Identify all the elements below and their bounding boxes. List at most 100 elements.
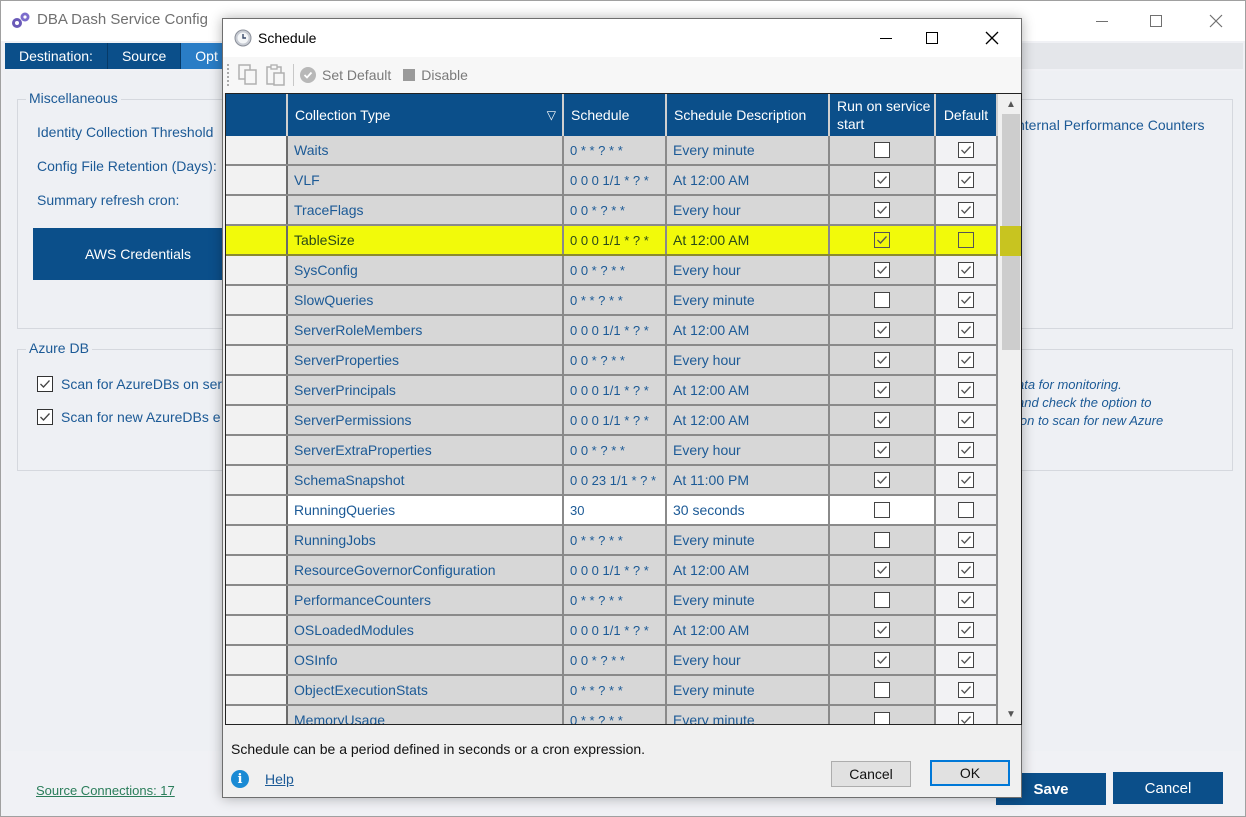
scroll-down-icon[interactable]: ▼ [1000, 704, 1021, 724]
table-row[interactable]: SysConfig 0 0 * ? * * Every hour [226, 256, 998, 286]
schedule-cell[interactable]: 0 0 * ? * * [564, 256, 667, 284]
table-row[interactable]: ResourceGovernorConfiguration 0 0 0 1/1 *… [226, 556, 998, 586]
toolbar-grip[interactable] [227, 64, 231, 86]
collection-type-cell[interactable]: ObjectExecutionStats [288, 676, 564, 704]
default-cell[interactable] [936, 196, 998, 224]
default-cell[interactable] [936, 646, 998, 674]
paste-button[interactable] [265, 64, 287, 86]
default-checkbox[interactable] [958, 232, 974, 248]
external-performance-counters-label[interactable]: nternal Performance Counters [1017, 117, 1205, 133]
table-row[interactable]: VLF 0 0 0 1/1 * ? * At 12:00 AM [226, 166, 998, 196]
vertical-scrollbar[interactable]: ▲ ▼ [1000, 94, 1021, 724]
run-on-start-cell[interactable] [830, 166, 936, 194]
cancel-button[interactable]: Cancel [1113, 772, 1223, 804]
run-on-start-checkbox[interactable] [874, 592, 890, 608]
default-cell[interactable] [936, 166, 998, 194]
row-header[interactable] [226, 256, 288, 284]
row-header[interactable] [226, 136, 288, 164]
table-row[interactable]: RunningJobs 0 * * ? * * Every minute [226, 526, 998, 556]
schedule-cell[interactable]: 0 0 0 1/1 * ? * [564, 616, 667, 644]
row-header[interactable] [226, 466, 288, 494]
default-cell[interactable] [936, 616, 998, 644]
checkbox[interactable] [37, 409, 53, 425]
table-row[interactable]: ServerProperties 0 0 * ? * * Every hour [226, 346, 998, 376]
table-row[interactable]: TableSize 0 0 0 1/1 * ? * At 12:00 AM [226, 226, 998, 256]
run-on-start-checkbox[interactable] [874, 472, 890, 488]
row-header[interactable] [226, 316, 288, 344]
schedule-cell[interactable]: 0 * * ? * * [564, 526, 667, 554]
row-header[interactable] [226, 406, 288, 434]
collection-type-cell[interactable]: ServerExtraProperties [288, 436, 564, 464]
run-on-start-cell[interactable] [830, 526, 936, 554]
tab-source[interactable]: Source [108, 43, 182, 69]
default-checkbox[interactable] [958, 172, 974, 188]
run-on-start-checkbox[interactable] [874, 682, 890, 698]
column-header-schedule[interactable]: Schedule [564, 94, 667, 136]
schedule-cell[interactable]: 0 0 23 1/1 * ? * [564, 466, 667, 494]
column-header-collection-type[interactable]: Collection Type ▽ [288, 94, 564, 136]
default-checkbox[interactable] [958, 202, 974, 218]
run-on-start-checkbox[interactable] [874, 142, 890, 158]
run-on-start-cell[interactable] [830, 586, 936, 614]
run-on-start-cell[interactable] [830, 346, 936, 374]
table-row[interactable]: MemoryUsage 0 * * ? * * Every minute [226, 706, 998, 724]
default-cell[interactable] [936, 496, 998, 524]
schedule-cell[interactable]: 0 * * ? * * [564, 706, 667, 724]
run-on-start-checkbox[interactable] [874, 532, 890, 548]
disable-button[interactable]: Disable [403, 67, 468, 83]
default-checkbox[interactable] [958, 352, 974, 368]
help-link[interactable]: Help [265, 771, 294, 787]
scan-azuredbs-on-start-checkbox[interactable]: Scan for AzureDBs on ser [37, 376, 222, 392]
run-on-start-checkbox[interactable] [874, 262, 890, 278]
table-row[interactable]: ServerRoleMembers 0 0 0 1/1 * ? * At 12:00… [226, 316, 998, 346]
schedule-cell[interactable]: 0 * * ? * * [564, 586, 667, 614]
schedule-cell[interactable]: 0 0 * ? * * [564, 346, 667, 374]
default-cell[interactable] [936, 256, 998, 284]
schedule-cell[interactable]: 0 0 0 1/1 * ? * [564, 166, 667, 194]
default-cell[interactable] [936, 346, 998, 374]
dialog-close-button[interactable] [969, 24, 1015, 52]
default-checkbox[interactable] [958, 562, 974, 578]
default-checkbox[interactable] [958, 472, 974, 488]
default-cell[interactable] [936, 556, 998, 584]
checkbox[interactable] [37, 376, 53, 392]
row-header[interactable] [226, 496, 288, 524]
default-checkbox[interactable] [958, 592, 974, 608]
collection-type-cell[interactable]: SchemaSnapshot [288, 466, 564, 494]
run-on-start-checkbox[interactable] [874, 202, 890, 218]
collection-type-cell[interactable]: PerformanceCounters [288, 586, 564, 614]
schedule-cell[interactable]: 0 0 * ? * * [564, 196, 667, 224]
scan-new-azuredbs-checkbox[interactable]: Scan for new AzureDBs e [37, 409, 221, 425]
table-row[interactable]: PerformanceCounters 0 * * ? * * Every minu… [226, 586, 998, 616]
run-on-start-checkbox[interactable] [874, 382, 890, 398]
run-on-start-cell[interactable] [830, 436, 936, 464]
column-header-schedule-description[interactable]: Schedule Description [667, 94, 830, 136]
default-checkbox[interactable] [958, 442, 974, 458]
run-on-start-cell[interactable] [830, 196, 936, 224]
default-cell[interactable] [936, 586, 998, 614]
row-header[interactable] [226, 706, 288, 724]
default-cell[interactable] [936, 676, 998, 704]
row-header[interactable] [226, 346, 288, 374]
run-on-start-cell[interactable] [830, 556, 936, 584]
run-on-start-checkbox[interactable] [874, 442, 890, 458]
schedule-cell[interactable]: 0 0 0 1/1 * ? * [564, 406, 667, 434]
dialog-minimize-button[interactable] [863, 24, 909, 52]
table-row[interactable]: SlowQueries 0 * * ? * * Every minute [226, 286, 998, 316]
default-cell[interactable] [936, 436, 998, 464]
row-header[interactable] [226, 196, 288, 224]
row-header[interactable] [226, 226, 288, 254]
schedule-cell[interactable]: 0 * * ? * * [564, 136, 667, 164]
table-row[interactable]: SchemaSnapshot 0 0 23 1/1 * ? * At 11:00 P… [226, 466, 998, 496]
run-on-start-cell[interactable] [830, 496, 936, 524]
default-cell[interactable] [936, 376, 998, 404]
column-header-default[interactable]: Default [936, 94, 998, 136]
collection-type-cell[interactable]: ServerProperties [288, 346, 564, 374]
row-header[interactable] [226, 556, 288, 584]
row-header[interactable] [226, 646, 288, 674]
default-cell[interactable] [936, 706, 998, 724]
row-header[interactable] [226, 526, 288, 554]
row-header[interactable] [226, 676, 288, 704]
collection-type-cell[interactable]: OSLoadedModules [288, 616, 564, 644]
dialog-ok-button[interactable]: OK [930, 760, 1010, 786]
